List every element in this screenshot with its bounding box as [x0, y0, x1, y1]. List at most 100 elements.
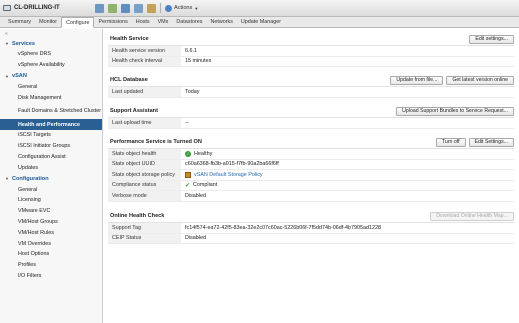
- actions-menu-button[interactable]: Actions ▼: [165, 4, 199, 12]
- kv-key: Health check interval: [108, 56, 181, 66]
- sidebar-item-updates[interactable]: Updates: [0, 162, 102, 173]
- storage-policy-link[interactable]: vSAN Default Storage Policy: [194, 172, 263, 178]
- update-from-file-button[interactable]: Update from file...: [390, 75, 444, 85]
- tab-networks[interactable]: Networks: [206, 17, 236, 27]
- sidebar-item-licensing[interactable]: Licensing: [0, 195, 102, 206]
- sidebar-item-profiles[interactable]: Profiles: [0, 260, 102, 271]
- edit-settings-button[interactable]: Edit settings...: [469, 34, 514, 44]
- sidebar-section-configuration[interactable]: ▼ Configuration: [0, 173, 102, 184]
- sidebar-item-fault-domains[interactable]: Fault Domains & Stretched Cluster: [0, 103, 102, 119]
- panel-header: Online Health Check Download Online Heal…: [108, 210, 514, 223]
- kv-key: Support Tag: [108, 223, 181, 233]
- kv-value: vSAN Default Storage Policy: [181, 171, 263, 178]
- compliance-text: Compliant: [193, 182, 218, 189]
- sidebar-item-health-and-performance[interactable]: Health and Performance: [0, 119, 102, 130]
- tab-summary[interactable]: Summary: [4, 17, 35, 27]
- edit-settings-icon[interactable]: [134, 3, 143, 13]
- kv-key: Compliance status: [108, 180, 181, 190]
- tab-monitor[interactable]: Monitor: [35, 17, 61, 27]
- caret-down-icon: ▼: [5, 41, 9, 46]
- title-bar: CL-DRILLING-IT Actions ▼: [0, 0, 519, 17]
- deploy-ovf-icon[interactable]: [121, 3, 130, 13]
- sidebar-item-io-filters[interactable]: I/O Filters: [0, 271, 102, 282]
- sidebar-item-vsphere-drs[interactable]: vSphere DRS: [0, 49, 102, 60]
- online-health-check-panel: Online Health Check Download Online Heal…: [108, 210, 514, 244]
- kv-key: Stats object health: [108, 149, 181, 159]
- sidebar-section-vsan[interactable]: ▼ vSAN: [0, 71, 102, 82]
- turn-off-button[interactable]: Turn off: [435, 137, 466, 147]
- configure-sidebar: « ▼ Services vSphere DRS vSphere Availab…: [0, 29, 103, 323]
- sidebar-section-label: Configuration: [11, 175, 49, 182]
- kv-value: Disabled: [185, 235, 206, 242]
- sidebar-item-vsphere-availability[interactable]: vSphere Availability: [0, 60, 102, 71]
- button-group: Upload Support Bundles to Service Reques…: [393, 106, 514, 116]
- sidebar-item-vsan-general[interactable]: General: [0, 82, 102, 93]
- tab-configure[interactable]: Configure: [61, 17, 95, 28]
- kv-value: 15 minutes: [185, 58, 212, 65]
- kv-row: Support Tag fc14f574-ea72-42f5-83ea-32e2…: [108, 223, 514, 234]
- get-latest-version-button[interactable]: Get latest version online: [446, 75, 514, 85]
- storage-policy-icon: [185, 171, 191, 178]
- panel-title: Support Assistant: [110, 108, 158, 114]
- kv-key: Stats object UUID: [108, 159, 181, 169]
- kv-value: ✓ Healthy: [181, 150, 212, 157]
- tab-hosts[interactable]: Hosts: [132, 17, 154, 27]
- sidebar-item-vm-overrides[interactable]: VM Overrides: [0, 238, 102, 249]
- chevron-down-icon: ▼: [194, 5, 199, 11]
- new-vm-icon[interactable]: [108, 3, 117, 13]
- kv-row: Last upload time --: [108, 118, 514, 129]
- tab-vms[interactable]: VMs: [154, 17, 173, 27]
- collapse-all-icon[interactable]: «: [0, 31, 102, 38]
- panel-title: HCL Database: [110, 77, 148, 83]
- support-assistant-panel: Support Assistant Upload Support Bundles…: [108, 105, 514, 129]
- sidebar-item-disk-management[interactable]: Disk Management: [0, 92, 102, 103]
- panel-header: Performance Service is Turned ON Turn of…: [108, 136, 514, 149]
- upload-support-bundles-button[interactable]: Upload Support Bundles to Service Reques…: [396, 106, 514, 116]
- sidebar-item-config-general[interactable]: General: [0, 184, 102, 195]
- caret-down-icon: ▼: [5, 176, 9, 182]
- edit-settings-button[interactable]: Edit Settings...: [468, 137, 514, 147]
- kv-key: Health service version: [108, 46, 181, 56]
- button-group: Turn off Edit Settings...: [433, 137, 514, 147]
- add-host-icon[interactable]: [95, 3, 104, 13]
- sidebar-item-host-options[interactable]: Host Options: [0, 249, 102, 260]
- sidebar-item-configuration-assist[interactable]: Configuration Assist: [0, 152, 102, 163]
- panel-title: Health Service: [110, 36, 149, 42]
- kv-value: c60a6368-fb3b-a015-f7fb-90a2ba66f6ff: [185, 161, 279, 168]
- panel-header: Health Service Edit settings...: [108, 33, 514, 46]
- hcl-database-panel: HCL Database Update from file... Get lat…: [108, 74, 514, 98]
- kv-value: Today: [185, 88, 200, 95]
- compliant-check-icon: ✔: [185, 182, 191, 189]
- download-health-map-button[interactable]: Download Online Health Map...: [430, 211, 514, 221]
- tab-bar: Summary Monitor Configure Permissions Ho…: [0, 17, 519, 28]
- panel-title: Online Health Check: [110, 213, 165, 219]
- kv-value: fc14f574-ea72-42f5-83ea-32e2c07c60ac-522…: [185, 224, 382, 231]
- kv-key: Last upload time: [108, 118, 181, 128]
- button-group: Download Online Health Map...: [427, 211, 514, 221]
- sidebar-item-vm-host-groups[interactable]: VM/Host Groups: [0, 217, 102, 228]
- sidebar-section-services[interactable]: ▼ Services: [0, 38, 102, 49]
- kv-value: 6.6.1: [185, 47, 197, 54]
- kv-row: Health check interval 15 minutes: [108, 56, 514, 67]
- performance-service-panel: Performance Service is Turned ON Turn of…: [108, 136, 514, 202]
- sidebar-item-iscsi-initiator-groups[interactable]: iSCSI Initiator Groups: [0, 141, 102, 152]
- tab-datastores[interactable]: Datastores: [172, 17, 206, 27]
- kv-row: Compliance status ✔ Compliant: [108, 180, 514, 191]
- kv-key: Last updated: [108, 87, 181, 97]
- kv-row: Stats object UUID c60a6368-fb3b-a015-f7f…: [108, 159, 514, 170]
- sidebar-item-iscsi-targets[interactable]: iSCSI Targets: [0, 130, 102, 141]
- tab-update-manager[interactable]: Update Manager: [237, 17, 285, 27]
- sidebar-item-vm-host-rules[interactable]: VM/Host Rules: [0, 227, 102, 238]
- kv-value: ✔ Compliant: [181, 182, 217, 189]
- kv-row: Health service version 6.6.1: [108, 46, 514, 57]
- kv-row: Last updated Today: [108, 87, 514, 98]
- sidebar-item-vmware-evc[interactable]: VMware EVC: [0, 206, 102, 217]
- actions-gear-icon: [165, 4, 172, 12]
- caret-down-icon: ▼: [5, 73, 9, 79]
- main-content: Health Service Edit settings... Health s…: [104, 29, 519, 323]
- migrate-icon[interactable]: [147, 3, 156, 13]
- kv-key: Verbose mode: [108, 191, 181, 201]
- tab-permissions[interactable]: Permissions: [94, 17, 131, 27]
- toolbar: Actions ▼: [95, 3, 198, 13]
- kv-row: CEIP Status Disabled: [108, 233, 514, 244]
